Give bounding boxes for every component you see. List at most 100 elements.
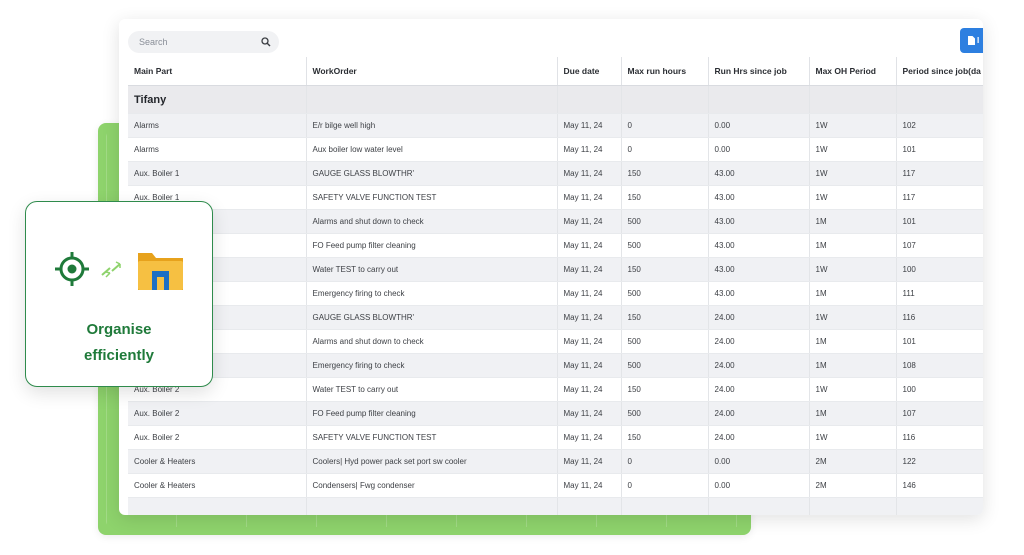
- cell-max-oh-period: 1W: [809, 161, 897, 186]
- cell-run-hrs-since-job: 24.00: [708, 425, 810, 450]
- toolbar: Search I: [119, 19, 983, 57]
- cell-run-hrs-since-job: 43.00: [708, 257, 810, 282]
- cell-main-part: Cooler & Heaters: [128, 449, 307, 474]
- cell-workorder: SAFETY VALVE FUNCTION TEST: [306, 425, 558, 450]
- cell-run-hrs-since-job: [708, 497, 810, 515]
- cell-due-date: May 11, 24: [557, 329, 622, 354]
- cell-due-date: May 11, 24: [557, 425, 622, 450]
- cell-max-oh-period: 1M: [809, 329, 897, 354]
- cell-max-oh-period: 2M: [809, 473, 897, 498]
- search-box[interactable]: Search: [128, 31, 279, 53]
- column-header-workorder[interactable]: WorkOrder: [306, 57, 558, 86]
- cell-max-run-hours: 0: [621, 113, 709, 138]
- cell-due-date: May 11, 24: [557, 281, 622, 306]
- table-row[interactable]: Aux. Boiler 1 GAUGE GLASS BLOWTHR' May 11,…: [128, 161, 983, 186]
- export-button[interactable]: I: [960, 28, 983, 53]
- cell-due-date: May 11, 24: [557, 377, 622, 402]
- table-row[interactable]: [128, 497, 983, 515]
- column-header-due-date[interactable]: Due date: [557, 57, 622, 86]
- cell-max-oh-period: 1M: [809, 353, 897, 378]
- cell-run-hrs-since-job: 0.00: [708, 449, 810, 474]
- table-row[interactable]: Emergency firing to check May 11, 24 500 24…: [128, 353, 983, 378]
- cell-max-run-hours: 0: [621, 449, 709, 474]
- table-row[interactable]: Aux. Boiler 2 Water TEST to carry out May …: [128, 377, 983, 402]
- table-row[interactable]: Aux. Boiler 2 SAFETY VALVE FUNCTION TEST M…: [128, 425, 983, 450]
- cell-due-date: May 11, 24: [557, 305, 622, 330]
- cell-period-since-job: 101: [896, 137, 983, 162]
- cell-main-part: Alarms: [128, 137, 307, 162]
- column-header-main-part[interactable]: Main Part: [128, 57, 307, 86]
- cell-max-oh-period: 1M: [809, 209, 897, 234]
- cell-due-date: May 11, 24: [557, 185, 622, 210]
- cell-run-hrs-since-job: 0.00: [708, 137, 810, 162]
- table-header-row: Main Part WorkOrder Due date Max run hou…: [128, 57, 983, 86]
- cell-workorder: Water TEST to carry out: [306, 377, 558, 402]
- target-icon: [55, 252, 89, 286]
- cell-max-oh-period: 2M: [809, 449, 897, 474]
- cell-max-oh-period: 1M: [809, 401, 897, 426]
- cell-due-date: May 11, 24: [557, 353, 622, 378]
- cell-due-date: May 11, 24: [557, 137, 622, 162]
- column-header-period-since-job[interactable]: Period since job(da: [896, 57, 983, 86]
- table-row[interactable]: Cooler & Heaters Condensers| Fwg condense…: [128, 473, 983, 498]
- cell-max-run-hours: 500: [621, 401, 709, 426]
- cell-run-hrs-since-job: 43.00: [708, 281, 810, 306]
- cell-workorder: [306, 497, 558, 515]
- cell-period-since-job: 101: [896, 209, 983, 234]
- workorder-table: Main Part WorkOrder Due date Max run hou…: [128, 57, 983, 515]
- cell-max-run-hours: 150: [621, 425, 709, 450]
- table-row[interactable]: Aux. Boiler 1 SAFETY VALVE FUNCTION TEST M…: [128, 185, 983, 210]
- cell-run-hrs-since-job: 0.00: [708, 473, 810, 498]
- cell-max-run-hours: 150: [621, 257, 709, 282]
- table-row[interactable]: Alarms and shut down to check May 11, 24 5…: [128, 209, 983, 234]
- cell-max-run-hours: 500: [621, 329, 709, 354]
- column-header-max-oh-period[interactable]: Max OH Period: [809, 57, 897, 86]
- cell-due-date: May 11, 24: [557, 113, 622, 138]
- search-input[interactable]: Search: [139, 37, 259, 47]
- arrows-icon: [101, 261, 121, 278]
- cell-max-run-hours: 500: [621, 233, 709, 258]
- column-header-max-run-hours[interactable]: Max run hours: [621, 57, 709, 86]
- search-icon[interactable]: [259, 35, 273, 49]
- cell-max-oh-period: 1W: [809, 377, 897, 402]
- table-row[interactable]: Emergency firing to check May 11, 24 500 43…: [128, 281, 983, 306]
- feature-icons: [55, 252, 183, 290]
- card-title-line2: efficiently: [83, 347, 155, 364]
- cell-run-hrs-since-job: 43.00: [708, 161, 810, 186]
- cell-due-date: [557, 497, 622, 515]
- group-label: Tifany: [128, 85, 307, 114]
- cell-max-run-hours: 0: [621, 137, 709, 162]
- table-row[interactable]: GAUGE GLASS BLOWTHR' May 11, 24 150 24.00 1W…: [128, 305, 983, 330]
- cell-run-hrs-since-job: 24.00: [708, 353, 810, 378]
- cell-max-run-hours: 500: [621, 281, 709, 306]
- cell-due-date: May 11, 24: [557, 233, 622, 258]
- cell-period-since-job: 101: [896, 329, 983, 354]
- cell-workorder: Alarms and shut down to check: [306, 329, 558, 354]
- table-row[interactable]: Alarms E/r bilge well high May 11, 24 0 0.00…: [128, 113, 983, 138]
- cell-run-hrs-since-job: 0.00: [708, 113, 810, 138]
- cell-max-oh-period: 1W: [809, 305, 897, 330]
- cell-due-date: May 11, 24: [557, 257, 622, 282]
- cell-workorder: GAUGE GLASS BLOWTHR': [306, 305, 558, 330]
- cell-max-oh-period: 1W: [809, 425, 897, 450]
- file-icon: [968, 36, 975, 45]
- cell-max-oh-period: 1M: [809, 233, 897, 258]
- cell-main-part: [128, 497, 307, 515]
- cell-run-hrs-since-job: 43.00: [708, 233, 810, 258]
- table-row[interactable]: Cooler & Heaters Coolers| Hyd power pack …: [128, 449, 983, 474]
- cell-main-part: Aux. Boiler 2: [128, 425, 307, 450]
- cell-workorder: Emergency firing to check: [306, 353, 558, 378]
- table-row[interactable]: Alarms and shut down to check May 11, 24 5…: [128, 329, 983, 354]
- cell-run-hrs-since-job: 24.00: [708, 377, 810, 402]
- workorder-panel: Search I Main Part WorkOrder Due date Ma…: [119, 19, 983, 515]
- cell-max-run-hours: [621, 497, 709, 515]
- cell-run-hrs-since-job: 24.00: [708, 329, 810, 354]
- table-row[interactable]: Aux. Boiler 2 FO Feed pump filter cleanin…: [128, 401, 983, 426]
- column-header-run-hrs-since-job[interactable]: Run Hrs since job: [708, 57, 810, 86]
- table-row[interactable]: Alarms Aux boiler low water level May 11, …: [128, 137, 983, 162]
- cell-max-run-hours: 500: [621, 353, 709, 378]
- table-row[interactable]: Water TEST to carry out May 11, 24 150 43.0…: [128, 257, 983, 282]
- table-row[interactable]: FO Feed pump filter cleaning May 11, 24 50…: [128, 233, 983, 258]
- cell-workorder: Aux boiler low water level: [306, 137, 558, 162]
- group-row[interactable]: Tifany: [128, 85, 983, 114]
